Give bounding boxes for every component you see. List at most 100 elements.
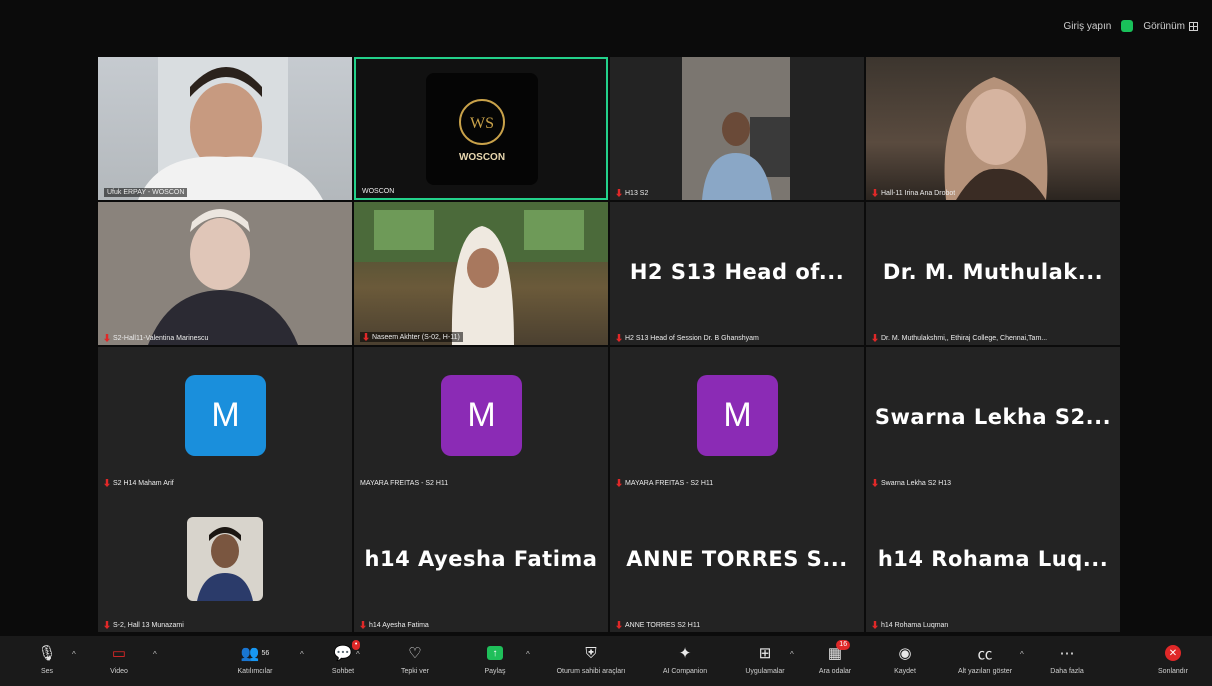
participant-avatar: M (185, 375, 266, 456)
participant-tile[interactable]: ANNE TORRES S... ANNE TORRES S2 H11 (610, 489, 864, 632)
share-options-caret[interactable]: ^ (526, 650, 530, 659)
participant-name: Naseem Akhter (S-02, H-11) (360, 332, 463, 342)
muted-mic-icon (616, 479, 622, 487)
participant-name: MAYARA FREITAS - S2 H11 (616, 479, 713, 487)
apps-options-caret[interactable]: ^ (790, 650, 794, 659)
muted-mic-icon (360, 621, 366, 629)
participant-tile[interactable]: h14 Ayesha Fatima h14 Ayesha Fatima (354, 489, 608, 632)
participant-display-name: ANNE TORRES S... (626, 547, 848, 571)
react-button[interactable]: ♡ Tepki ver (380, 642, 450, 675)
participant-tile[interactable]: M S2 H14 Maham Arif (98, 347, 352, 490)
participant-tile[interactable]: S2-Hall11-Valentina Marinescu (98, 202, 352, 345)
apps-icon: ⊞ (758, 645, 772, 662)
participant-tile[interactable]: M MAYARA FREITAS - S2 H11 (354, 347, 608, 490)
participant-avatar: M (441, 375, 522, 456)
record-icon: ◉ (898, 645, 912, 662)
breakout-rooms-icon: ▦ 16 (828, 640, 851, 664)
participant-video-scene (354, 202, 608, 345)
chat-icon: 💬 • (334, 640, 361, 664)
participant-name: WOSCON (362, 188, 395, 195)
participant-name: MAYARA FREITAS - S2 H11 (360, 480, 449, 487)
microphone-icon: 🎙 (37, 645, 57, 662)
shield-icon: ⛨ (585, 644, 597, 662)
participant-name: Hall-11 Irina Ana Drobot (872, 189, 955, 197)
participant-name: Ufuk ERPAY - WOSCON (104, 188, 188, 197)
participant-tile[interactable]: S-2, Hall 13 Munazami (98, 489, 352, 632)
captions-button[interactable]: ㏄ Alt yazıları göster (950, 642, 1020, 676)
muted-mic-icon (872, 334, 878, 342)
participant-name: Swarna Lekha S2 H13 (872, 479, 951, 487)
meeting-toolbar: 🎙 Ses ^ ▭ Video ^ 👥 56 Katılımcılar ^ 💬 • … (0, 636, 1212, 686)
view-button[interactable]: Görünüm (1143, 21, 1198, 32)
participant-tile[interactable]: h14 Rohama Luq... h14 Rohama Luqman (866, 489, 1120, 632)
participant-video (98, 57, 352, 200)
sign-in-link[interactable]: Giriş yapın (1064, 21, 1112, 32)
woscon-emblem-icon: WS (459, 98, 505, 145)
participant-name: h14 Ayesha Fatima (360, 621, 429, 629)
participant-tile[interactable]: Swarna Lekha S2... Swarna Lekha S2 H13 (866, 347, 1120, 490)
participant-video-scene (944, 77, 1048, 200)
captions-icon: ㏄ (977, 645, 993, 663)
participant-video-scene (682, 57, 790, 200)
participant-name: S2-Hall11-Valentina Marinescu (104, 334, 208, 342)
ai-companion-button[interactable]: ✦ AI Companion (650, 642, 720, 675)
video-button[interactable]: ▭ Video (84, 642, 154, 675)
participant-name: H2 S13 Head of Session Dr. B Ghanshyam (616, 334, 759, 342)
logo-text: WOSCON (458, 151, 506, 163)
gallery-view: Ufuk ERPAY - WOSCON WS WOSCON WOSCON H13… (98, 57, 1120, 632)
participant-video-scene (138, 57, 323, 200)
muted-mic-icon (616, 189, 622, 197)
participant-tile[interactable]: Naseem Akhter (S-02, H-11) (354, 202, 608, 345)
end-meeting-button[interactable]: ✕ Sonlandır (1138, 642, 1208, 675)
muted-mic-icon (616, 334, 622, 342)
muted-mic-icon (363, 333, 369, 341)
svg-text:WS: WS (470, 115, 494, 132)
participant-video (866, 57, 1120, 200)
audio-options-caret[interactable]: ^ (72, 650, 76, 659)
participants-button[interactable]: 👥 56 Katılımcılar (220, 642, 290, 675)
top-right-controls: Giriş yapın Görünüm (1064, 20, 1198, 32)
participant-display-name: H2 S13 Head of... (629, 260, 845, 284)
participant-display-name: Swarna Lekha S2... (874, 405, 1112, 429)
participant-profile-photo (187, 517, 263, 601)
participant-tile[interactable]: H13 S2 (610, 57, 864, 200)
woscon-logo: WS WOSCON (426, 73, 538, 185)
share-button[interactable]: ↑ Paylaş (460, 642, 530, 675)
participant-tile[interactable]: Hall-11 Irina Ana Drobot (866, 57, 1120, 200)
participant-video-scene (98, 202, 352, 345)
more-icon: ⋯ (1059, 645, 1075, 662)
muted-mic-icon (104, 621, 110, 629)
captions-options-caret[interactable]: ^ (1020, 650, 1024, 659)
participant-name: H13 S2 (616, 189, 648, 197)
participant-tile[interactable]: Dr. M. Muthulak... Dr. M. Muthulakshmi,,… (866, 202, 1120, 345)
participant-tile-active-speaker[interactable]: WS WOSCON WOSCON (354, 57, 608, 200)
shield-icon[interactable] (1121, 20, 1134, 32)
more-button[interactable]: ⋯ Daha fazla (1032, 642, 1102, 675)
participant-display-name: h14 Rohama Luq... (877, 547, 1109, 571)
participant-name: S2 H14 Maham Arif (104, 479, 174, 487)
video-options-caret[interactable]: ^ (153, 650, 157, 659)
participant-video (354, 202, 608, 345)
muted-mic-icon (872, 621, 878, 629)
participant-display-name: Dr. M. Muthulak... (882, 260, 1104, 284)
participant-tile[interactable]: H2 S13 Head of... H2 S13 Head of Session… (610, 202, 864, 345)
top-bar: Giriş yapın Görünüm (0, 0, 1212, 56)
participants-options-caret[interactable]: ^ (300, 650, 304, 659)
record-button[interactable]: ◉ Kaydet (870, 642, 940, 675)
chat-button[interactable]: 💬 • Sohbet (308, 640, 378, 675)
chat-options-caret[interactable]: ^ (356, 650, 360, 659)
view-label: Görünüm (1143, 20, 1185, 32)
share-screen-icon: ↑ (487, 642, 503, 664)
video-off-icon: ▭ (111, 645, 127, 662)
host-tools-button[interactable]: ⛨ Oturum sahibi araçları (556, 642, 626, 676)
participant-name: Dr. M. Muthulakshmi,, Ethiraj College, C… (872, 334, 1047, 342)
participant-video (98, 202, 352, 345)
breakout-rooms-button[interactable]: ▦ 16 Ara odalar (800, 640, 870, 675)
breakout-badge: 16 (836, 640, 851, 650)
participant-tile[interactable]: Ufuk ERPAY - WOSCON (98, 57, 352, 200)
muted-mic-icon (872, 479, 878, 487)
muted-mic-icon (616, 621, 622, 629)
muted-mic-icon (872, 189, 878, 197)
participant-video (610, 57, 864, 200)
participant-tile[interactable]: M MAYARA FREITAS - S2 H11 (610, 347, 864, 490)
